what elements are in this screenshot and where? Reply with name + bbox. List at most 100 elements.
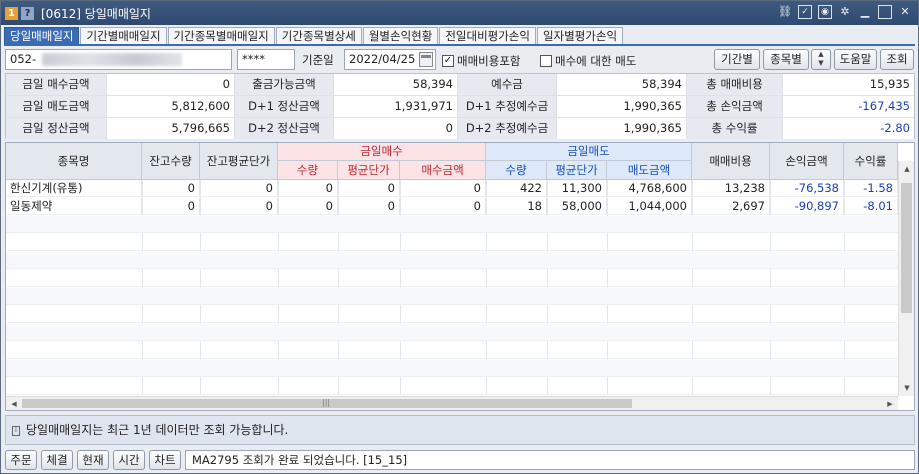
account-masked [42,53,183,66]
close-icon[interactable]: ✕ [898,5,912,19]
chart-button[interactable]: 차트 [149,450,181,470]
summary-row: 금일 정산금액 5,796,665 D+2 정산금액 0 D+2 추정예수금 1… [6,118,914,140]
cell-stock-name: 한신기계(유통) [6,180,142,197]
camera-icon[interactable]: ◉ [818,5,832,19]
cell-fee: 2,697 [692,198,770,215]
include-fee-check-icon[interactable]: ✓ [442,55,454,67]
cell-sell-avg-price: 11,300 [547,180,607,197]
summary-label: 총 수익률 [687,118,783,139]
col-buy-amount[interactable]: 매수금액 [400,161,486,180]
cell-sell-avg-price: 58,000 [547,198,607,215]
tab-daily-pnl[interactable]: 일자별평가손익 [536,27,624,45]
cell-sell-amount: 1,044,000 [607,198,692,215]
cell-sell-qty: 18 [486,198,547,215]
tab-daily-journal[interactable]: 당일매매일지 [4,27,80,45]
tab-prev-day-pnl[interactable]: 전일대비평가손익 [439,27,536,45]
summary-row: 금일 매도금액 5,812,600 D+1 정산금액 1,931,971 D+1… [6,96,914,118]
execution-button[interactable]: 체결 [41,450,73,470]
col-stock-name[interactable]: 종목명 [6,143,142,180]
col-buy-avg-price[interactable]: 평균단가 [338,161,400,180]
cell-buy-avg-price: 0 [338,180,400,197]
col-rate[interactable]: 수익률 [844,143,898,180]
summary-value: 15,935 [783,74,914,95]
col-sell-avg-price[interactable]: 평균단가 [547,161,607,180]
order-button[interactable]: 주문 [5,450,37,470]
cell-pnl: -90,897 [770,198,844,215]
password-field[interactable]: **** [237,49,295,70]
col-group-today-sell: 금일매도 [486,143,692,161]
include-fee-checkbox[interactable]: ✓ 매매비용포함 [442,53,520,69]
empty-row [6,216,898,233]
cell-sell-qty: 422 [486,180,547,197]
date-label: 기준일 [302,53,334,67]
sell-for-buy-check-icon[interactable] [540,55,552,67]
time-button[interactable]: 시간 [113,450,145,470]
sell-for-buy-label: 매수에 대한 매도 [555,54,637,68]
scroll-grip-icon: ||| [322,398,331,407]
minimize-icon[interactable]: ▁ [858,5,872,19]
cell-pnl: -76,538 [770,180,844,197]
period-button[interactable]: 기간별 [714,49,760,70]
scroll-up-icon[interactable]: ▲ [899,161,914,177]
vertical-scrollbar[interactable]: ▲ ▼ [898,161,914,396]
table-row[interactable]: 한신기계(유통) 0 0 0 0 0 422 11,300 4,768,600 … [6,180,898,197]
summary-value: 58,394 [334,74,458,95]
search-button[interactable]: 조회 [880,49,914,70]
screen-number-badge[interactable]: 1 [5,6,18,20]
vertical-scroll-thumb[interactable] [901,183,912,313]
window-title: [0612] 당일매매일지 [41,6,151,21]
summary-label: 예수금 [458,74,557,95]
summary-label: 출금가능금액 [235,74,334,95]
cell-rate: -1.58 [844,180,898,197]
summary-value: 58,394 [557,74,687,95]
date-field[interactable]: 2022/04/25 [344,49,436,70]
account-field[interactable]: 052- [5,49,232,70]
scroll-right-icon[interactable]: ▶ [882,397,898,410]
summary-value: -167,435 [783,96,914,117]
maximize-icon[interactable] [878,5,892,19]
by-stock-button[interactable]: 종목별 [763,49,809,70]
col-pnl[interactable]: 손익금액 [770,143,844,180]
summary-label: 금일 매도금액 [6,96,107,117]
col-fee[interactable]: 매매비용 [692,143,770,180]
empty-row [6,306,898,323]
summary-value: -2.80 [783,118,914,139]
summary-label: 총 매매비용 [687,74,783,95]
tab-monthly-pnl[interactable]: 월별손익현황 [362,27,439,45]
summary-label: 총 손익금액 [687,96,783,117]
col-hold-qty[interactable]: 잔고수량 [142,143,200,180]
empty-row [6,234,898,251]
help-badge[interactable]: ? [21,6,34,20]
cell-buy-qty: 0 [278,180,338,197]
scroll-left-icon[interactable]: ◀ [6,397,22,410]
summary-label: 금일 매수금액 [6,74,107,95]
sell-for-buy-checkbox[interactable]: 매수에 대한 매도 [540,53,636,69]
cell-hold-avg-price: 0 [200,180,278,197]
summary-value: 5,796,665 [107,118,235,139]
check-icon[interactable]: ✓ [798,5,812,19]
chevron-down-icon[interactable]: ▼ [812,59,830,68]
include-fee-label: 매매비용포함 [457,54,521,68]
link-icon[interactable]: ⛓ [778,5,792,19]
col-buy-qty[interactable]: 수량 [278,161,338,180]
col-sell-qty[interactable]: 수량 [486,161,547,180]
table-row[interactable]: 일동제약 0 0 0 0 0 18 58,000 1,044,000 2,697… [6,198,898,215]
scroll-down-icon[interactable]: ▼ [899,380,914,396]
calendar-icon[interactable] [419,52,433,67]
summary-label: D+2 추정예수금 [458,118,557,139]
app-window: 1 ? [0612] 당일매매일지 ⛓ ✓ ◉ ✲ ▁ ✕ 당일매매일지 기간별… [0,0,919,474]
empty-row [6,270,898,287]
summary-label: D+2 정산금액 [235,118,334,139]
gear-icon[interactable]: ✲ [838,5,852,19]
horizontal-scrollbar[interactable]: ◀ ||| ▶ [6,396,898,410]
stepper[interactable]: ▲ ▼ [811,49,831,70]
chevron-up-icon[interactable]: ▲ [812,50,830,59]
tab-period-stock-journal[interactable]: 기간종목별매매일지 [167,27,275,45]
help-button[interactable]: 도움말 [834,49,877,70]
empty-row [6,342,898,359]
tab-period-stock-detail[interactable]: 기간종목별상세 [275,27,362,45]
col-hold-avg-price[interactable]: 잔고평균단가 [200,143,278,180]
current-price-button[interactable]: 현재 [77,450,109,470]
tab-period-journal[interactable]: 기간별매매일지 [80,27,167,45]
col-sell-amount[interactable]: 매도금액 [607,161,692,180]
